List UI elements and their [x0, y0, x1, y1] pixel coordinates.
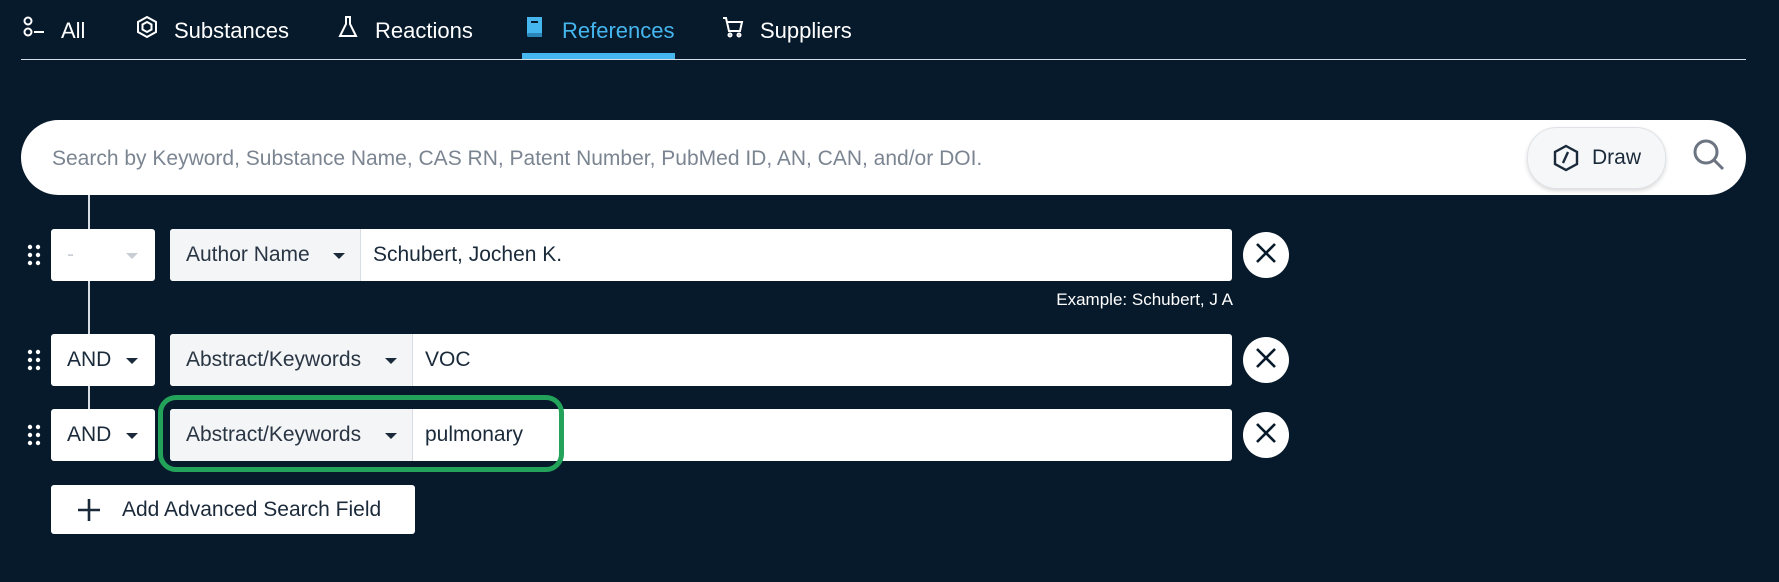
close-icon — [1254, 421, 1278, 450]
remove-field-button[interactable] — [1243, 337, 1289, 383]
chevron-down-icon — [126, 433, 138, 439]
field-type-value: Author Name — [186, 243, 310, 266]
field-type-value: Abstract/Keywords — [186, 423, 362, 446]
chevron-down-icon — [333, 253, 345, 259]
field-type-select[interactable]: Abstract/Keywords — [170, 409, 413, 461]
field-group: Abstract/Keywords — [170, 334, 1232, 386]
search-button[interactable] — [1689, 137, 1729, 177]
advanced-field-row: - Author Name — [0, 229, 1779, 281]
operator-value: AND — [67, 423, 112, 446]
field-value-input[interactable] — [361, 229, 1231, 281]
drag-handle-icon[interactable] — [26, 348, 42, 372]
field-group: Abstract/Keywords — [170, 409, 1232, 461]
example-value: Schubert, J A — [1131, 290, 1233, 309]
operator-value: AND — [67, 348, 112, 371]
flask-icon — [335, 14, 361, 40]
add-field-label: Add Advanced Search Field — [122, 497, 382, 521]
search-input[interactable] — [50, 138, 1524, 180]
search-bar: Draw — [21, 120, 1746, 195]
field-type-select[interactable]: Author Name — [170, 229, 361, 281]
add-search-field-button[interactable]: Add Advanced Search Field — [51, 485, 415, 534]
plus-icon — [76, 497, 102, 523]
tab-all[interactable]: All — [21, 14, 85, 59]
close-icon — [1254, 346, 1278, 375]
field-value-input[interactable] — [413, 409, 1231, 461]
tab-label-all: All — [61, 18, 86, 43]
close-icon — [1254, 241, 1278, 270]
draw-label: Draw — [1591, 146, 1641, 169]
field-example-hint: Example: Schubert, J A — [1041, 290, 1233, 310]
draw-button[interactable]: Draw — [1527, 127, 1666, 189]
advanced-field-row: AND Abstract/Keywords — [0, 334, 1779, 386]
cart-icon — [720, 14, 746, 40]
field-group: Author Name — [170, 229, 1232, 281]
remove-field-button[interactable] — [1243, 232, 1289, 278]
advanced-field-row: AND Abstract/Keywords — [0, 409, 1779, 461]
operator-select[interactable]: AND — [51, 334, 155, 386]
tab-reactions[interactable]: Reactions — [335, 14, 473, 59]
tab-label-reactions: Reactions — [375, 18, 473, 43]
all-icon — [21, 14, 47, 40]
tab-references[interactable]: References — [522, 14, 675, 59]
remove-field-button[interactable] — [1243, 412, 1289, 458]
field-type-select[interactable]: Abstract/Keywords — [170, 334, 413, 386]
tab-label-references: References — [562, 18, 675, 43]
chevron-down-icon — [126, 253, 138, 259]
chevron-down-icon — [385, 433, 397, 439]
drag-handle-icon[interactable] — [26, 243, 42, 267]
chevron-down-icon — [126, 358, 138, 364]
operator-value: - — [67, 243, 74, 266]
tab-suppliers[interactable]: Suppliers — [720, 14, 852, 59]
operator-select[interactable]: AND — [51, 409, 155, 461]
example-label: Example: — [1056, 290, 1128, 309]
search-icon — [1692, 138, 1726, 177]
field-type-value: Abstract/Keywords — [186, 348, 362, 371]
hexagon-icon — [134, 14, 160, 40]
tab-substances[interactable]: Substances — [134, 14, 289, 59]
tab-label-substances: Substances — [174, 18, 289, 43]
chevron-down-icon — [385, 358, 397, 364]
search-type-tabs: All Substances Reactions References Supp… — [21, 0, 1746, 60]
operator-select[interactable]: - — [51, 229, 155, 281]
drag-handle-icon[interactable] — [26, 423, 42, 447]
tab-label-suppliers: Suppliers — [760, 18, 852, 43]
book-icon — [522, 14, 548, 40]
draw-hexagon-icon — [1552, 144, 1580, 172]
field-value-input[interactable] — [413, 334, 1231, 386]
